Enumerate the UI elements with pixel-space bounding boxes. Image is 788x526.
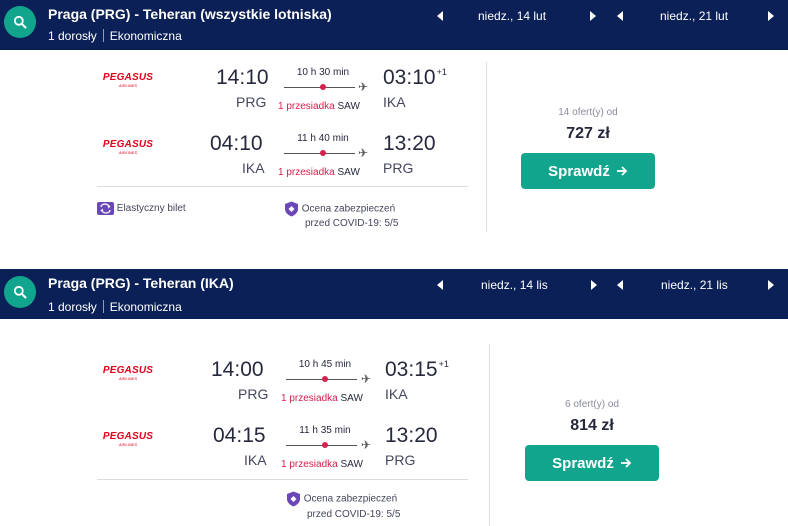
plane-icon: ✈ xyxy=(361,438,372,452)
departure-airport: IKA xyxy=(242,160,265,176)
price: 814 zł xyxy=(570,417,614,434)
return-date[interactable]: niedz., 21 lis xyxy=(661,278,728,292)
stops-info: 1 przesiadka SAW xyxy=(281,459,363,470)
search-icon xyxy=(13,15,27,29)
stop-dot xyxy=(322,442,328,448)
arrow-right-icon xyxy=(620,458,632,468)
arrival-time: 03:10+1 xyxy=(383,66,447,89)
stops-info: 1 przesiadka SAW xyxy=(278,167,360,178)
divider xyxy=(97,479,468,480)
departure-airport: PRG xyxy=(238,386,269,402)
next-outbound-date-arrow[interactable] xyxy=(591,280,597,290)
divider xyxy=(102,29,104,42)
stop-dot xyxy=(320,84,326,90)
arrival-airport: PRG xyxy=(383,160,414,176)
airline-logo: PEGASUS AIRLINES xyxy=(102,139,154,156)
search-button[interactable] xyxy=(4,276,36,308)
divider xyxy=(102,300,104,313)
next-return-date-arrow[interactable] xyxy=(768,11,774,21)
departure-time: 04:10 xyxy=(210,132,263,155)
flexible-ticket-icon xyxy=(97,202,114,215)
plane-icon: ✈ xyxy=(358,146,369,160)
outbound-date[interactable]: niedz., 14 lut xyxy=(478,9,546,23)
flight-duration: 11 h 35 min xyxy=(299,425,351,436)
arrival-time: 13:20 xyxy=(385,424,438,447)
check-offer-label: Sprawdź xyxy=(548,162,610,180)
plane-icon: ✈ xyxy=(361,372,372,386)
prev-return-date-arrow[interactable] xyxy=(617,11,623,21)
airline-logo: PEGASUS AIRLINES xyxy=(102,365,154,382)
stop-dot xyxy=(320,150,326,156)
offers-count: 14 ofert(y) od xyxy=(558,107,618,118)
divider xyxy=(489,344,490,526)
search-icon xyxy=(13,285,27,299)
search-header: Praga (PRG) - Teheran (wszystkie lotnisk… xyxy=(0,0,788,50)
covid-safety-rating: Ocena zabezpieczeń xyxy=(286,491,397,507)
check-offer-button[interactable]: Sprawdź xyxy=(525,445,659,481)
route-title: Praga (PRG) - Teheran (wszystkie lotnisk… xyxy=(48,6,332,22)
arrow-right-icon xyxy=(616,166,628,176)
arrival-time: 03:15+1 xyxy=(385,358,449,381)
offers-count: 6 ofert(y) od xyxy=(565,399,619,410)
passenger-cabin: 1 dorosły Ekonomiczna xyxy=(48,300,182,314)
stops-info: 1 przesiadka SAW xyxy=(281,393,363,404)
price: 727 zł xyxy=(566,125,610,142)
check-offer-label: Sprawdź xyxy=(552,454,614,472)
covid-safety-score: przed COVID-19: 5/5 xyxy=(307,509,401,520)
divider xyxy=(486,62,487,232)
airline-logo: PEGASUS AIRLINES xyxy=(102,72,154,89)
prev-outbound-date-arrow[interactable] xyxy=(437,11,443,21)
cabin-class: Ekonomiczna xyxy=(109,300,182,314)
stop-dot xyxy=(322,376,328,382)
airline-logo: PEGASUS AIRLINES xyxy=(102,431,154,448)
search-header: Praga (PRG) - Teheran (IKA) 1 dorosły Eko… xyxy=(0,269,788,319)
departure-airport: IKA xyxy=(244,452,267,468)
return-date[interactable]: niedz., 21 lut xyxy=(660,9,728,23)
next-return-date-arrow[interactable] xyxy=(768,280,774,290)
prev-outbound-date-arrow[interactable] xyxy=(437,280,443,290)
passenger-count: 1 dorosły xyxy=(48,29,97,43)
shield-icon xyxy=(287,491,300,507)
departure-time: 14:00 xyxy=(211,358,264,381)
day-offset: +1 xyxy=(436,67,447,77)
plane-icon: ✈ xyxy=(358,80,369,94)
passenger-count: 1 dorosły xyxy=(48,300,97,314)
stops-info: 1 przesiadka SAW xyxy=(278,101,360,112)
covid-safety-score: przed COVID-19: 5/5 xyxy=(305,218,399,229)
arrival-airport: IKA xyxy=(383,94,406,110)
departure-time: 04:15 xyxy=(213,424,266,447)
flight-duration: 10 h 45 min xyxy=(298,359,352,370)
arrival-airport: PRG xyxy=(385,452,416,468)
cabin-class: Ekonomiczna xyxy=(109,29,182,43)
result-card[interactable]: PEGASUS AIRLINES 14:10 PRG 10 h 30 min ✈ … xyxy=(0,50,788,248)
arrival-airport: IKA xyxy=(385,386,408,402)
departure-time: 14:10 xyxy=(216,66,269,89)
next-outbound-date-arrow[interactable] xyxy=(590,11,596,21)
passenger-cabin: 1 dorosły Ekonomiczna xyxy=(48,29,182,43)
flexible-ticket-badge: Elastyczny bilet xyxy=(97,202,186,216)
prev-return-date-arrow[interactable] xyxy=(617,280,623,290)
arrival-time: 13:20 xyxy=(383,132,436,155)
route-title: Praga (PRG) - Teheran (IKA) xyxy=(48,275,234,291)
result-card[interactable]: PEGASUS AIRLINES 14:00 PRG 10 h 45 min ✈ … xyxy=(0,319,788,526)
check-offer-button[interactable]: Sprawdź xyxy=(521,153,655,189)
divider xyxy=(97,186,468,187)
search-button[interactable] xyxy=(4,6,36,38)
day-offset: +1 xyxy=(438,359,449,369)
flight-duration: 10 h 30 min xyxy=(296,67,350,78)
outbound-date[interactable]: niedz., 14 lis xyxy=(481,278,548,292)
flight-duration: 11 h 40 min xyxy=(297,133,349,144)
departure-airport: PRG xyxy=(236,94,267,110)
covid-safety-rating: Ocena zabezpieczeń xyxy=(284,201,395,217)
shield-icon xyxy=(285,201,298,217)
